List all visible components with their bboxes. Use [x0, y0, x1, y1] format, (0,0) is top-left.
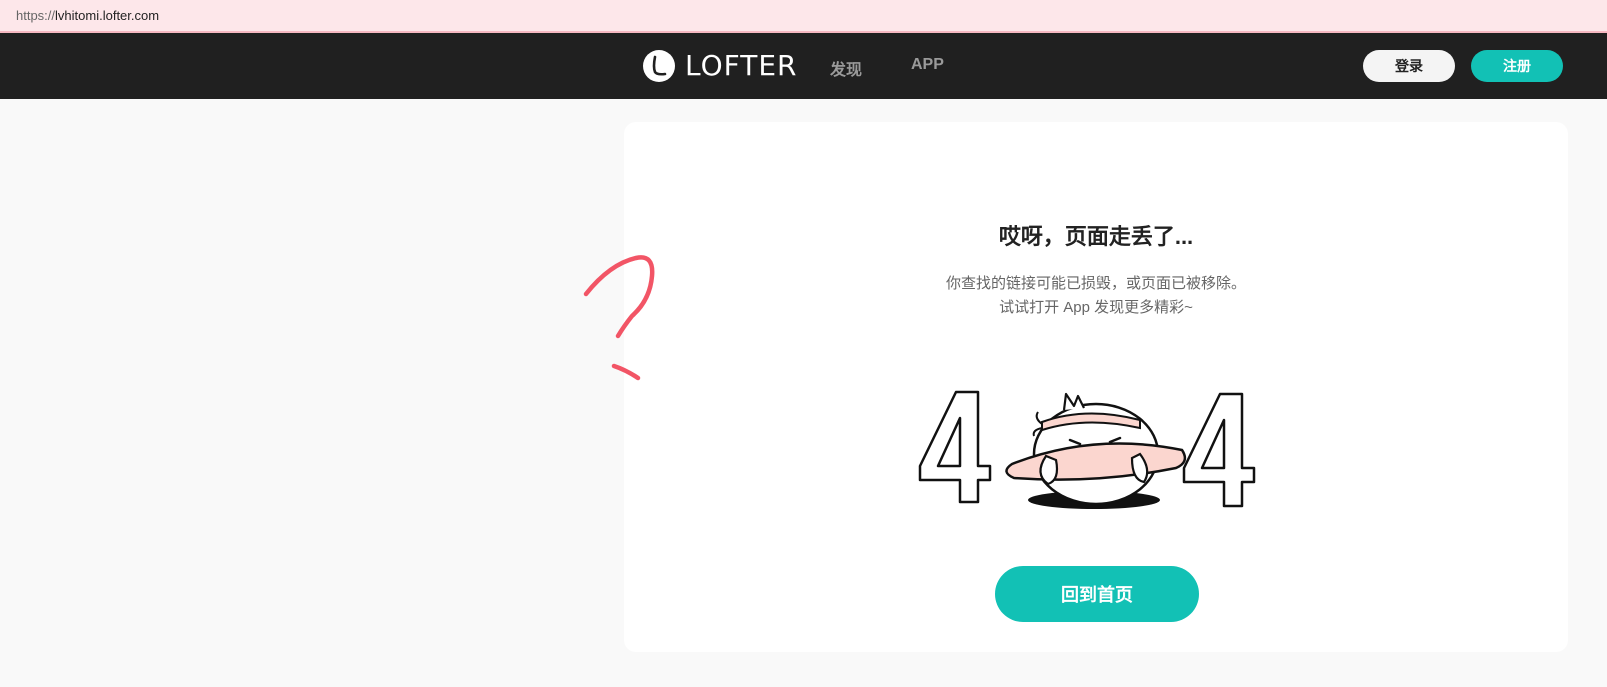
- error-card: 哎呀，页面走丢了... 你查找的链接可能已损毁，或页面已被移除。 试试打开 Ap…: [624, 122, 1568, 652]
- lofter-logo-icon: [643, 49, 675, 82]
- error-title: 哎呀，页面走丢了...: [998, 224, 1194, 249]
- register-button[interactable]: 注册: [1471, 50, 1563, 82]
- url-text[interactable]: https://lvhitomi.lofter.com: [16, 8, 159, 23]
- nav-app[interactable]: APP: [911, 56, 944, 74]
- 404-chick-illustration: [914, 384, 1274, 514]
- back-home-button[interactable]: 回到首页: [995, 566, 1199, 622]
- url-host: lvhitomi.lofter.com: [55, 8, 160, 23]
- error-desc-line-2: 试试打开 App 发现更多精彩~: [999, 299, 1193, 316]
- error-description: 你查找的链接可能已损毁，或页面已被移除。 试试打开 App 发现更多精彩~: [624, 272, 1568, 320]
- top-navbar: LOFTER 发现 APP 登录 注册: [0, 33, 1607, 99]
- error-desc-line-1: 你查找的链接可能已损毁，或页面已被移除。: [945, 275, 1246, 292]
- nav-discover[interactable]: 发现: [830, 56, 862, 80]
- logo-text: LOFTER: [685, 49, 798, 82]
- lofter-logo[interactable]: LOFTER: [643, 49, 798, 82]
- browser-address-bar[interactable]: https://lvhitomi.lofter.com: [0, 0, 1607, 33]
- login-button[interactable]: 登录: [1363, 50, 1455, 82]
- question-mark-doodle: [583, 255, 655, 381]
- url-scheme: https://: [16, 8, 56, 23]
